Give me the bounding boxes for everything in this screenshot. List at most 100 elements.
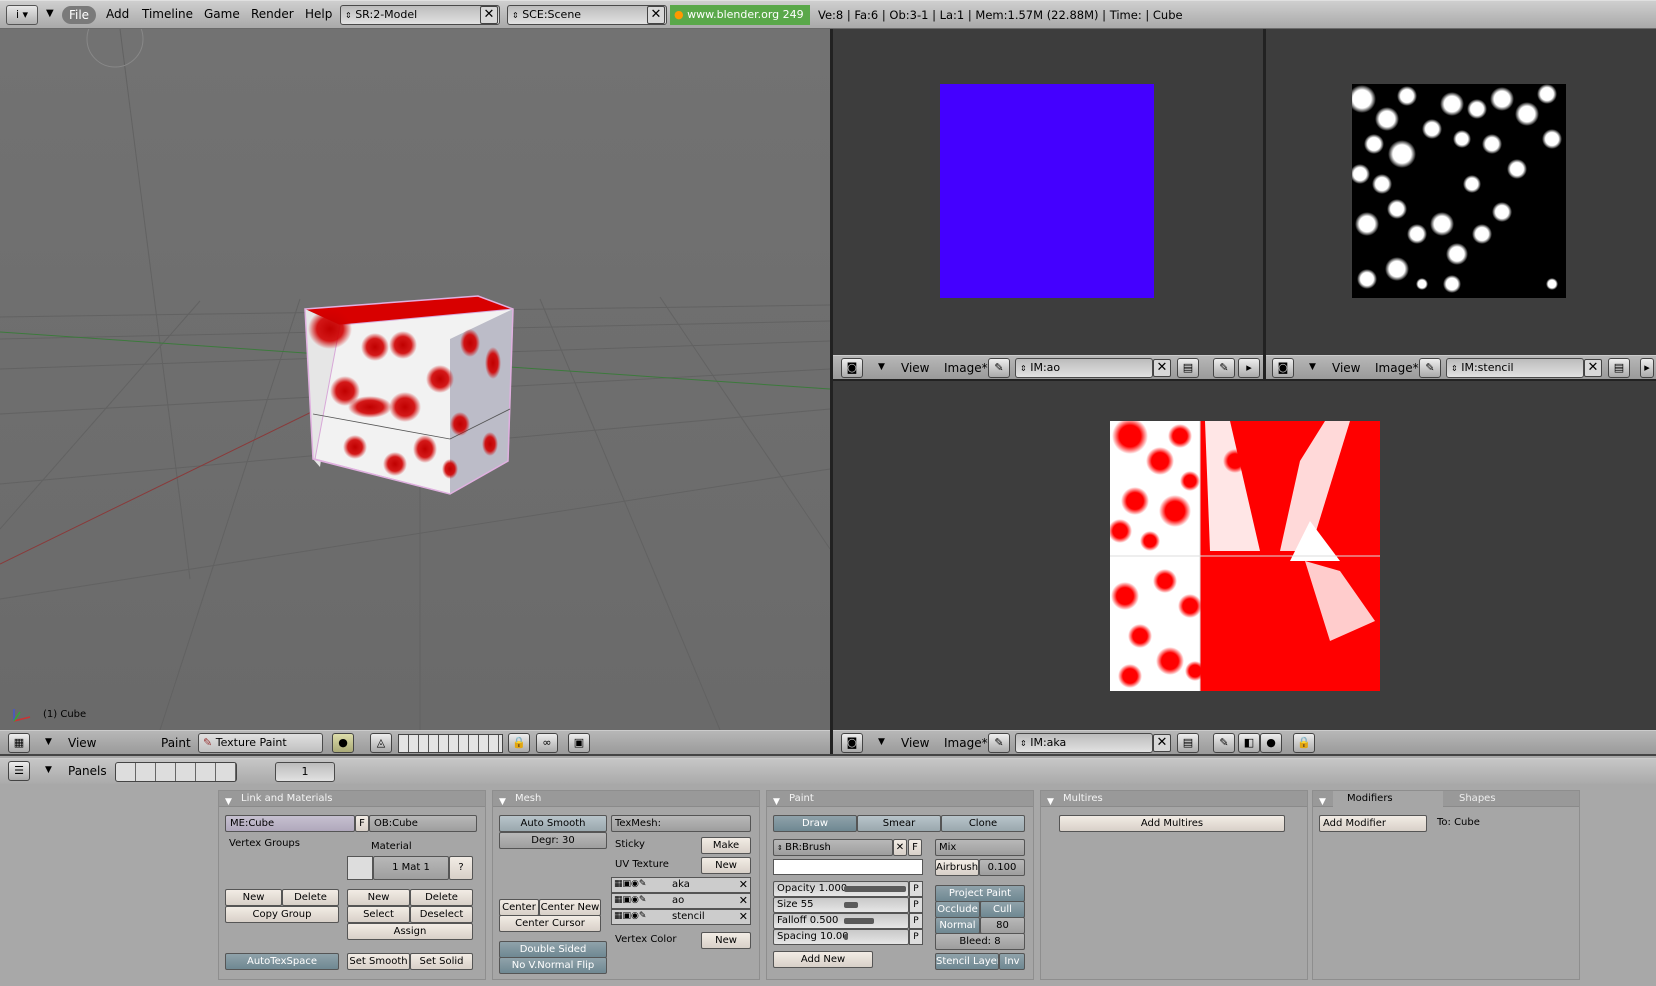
set-solid-button[interactable]: Set Solid [410, 953, 473, 970]
menu-help[interactable]: Help [305, 7, 332, 21]
opacity-slider[interactable]: Opacity 1.000 [773, 881, 909, 897]
opacity-pressure-button[interactable]: P [909, 881, 923, 897]
menu-timeline[interactable]: Timeline [142, 7, 193, 21]
buttons-window-icon[interactable]: ☰ [8, 761, 30, 781]
render-icon[interactable]: ▣ [568, 733, 590, 753]
falloff-slider[interactable]: Falloff 0.500 [773, 913, 909, 929]
degr-slider[interactable]: Degr: 30 [499, 832, 607, 849]
image-close-icon[interactable]: ✕ [1153, 734, 1171, 752]
uv-layer-delete-icon[interactable]: ✕ [739, 894, 748, 907]
copy-group-button[interactable]: Copy Group [225, 906, 339, 923]
paint-brush-icon[interactable]: ✎ [1419, 358, 1441, 378]
pin-icon[interactable]: ✎ [1213, 733, 1235, 753]
image-editor-icon[interactable]: ◙ [1272, 358, 1294, 378]
paint-brush-icon[interactable]: ✎ [988, 733, 1010, 753]
center-button[interactable]: Center [499, 899, 539, 916]
uv-layer-row[interactable]: ▦▣◉✎ stencil ✕ [611, 909, 751, 925]
occlude-toggle[interactable]: Occlude [935, 901, 980, 918]
image-editor-aka[interactable] [833, 381, 1656, 730]
info-icon[interactable]: i ▾ [6, 5, 38, 25]
double-sided-toggle[interactable]: Double Sided [499, 941, 607, 958]
panel-header[interactable]: ▼ Multires [1041, 791, 1307, 807]
scene-selector[interactable]: ⇕ SCE:Scene [507, 5, 667, 25]
size-slider[interactable]: Size 55 [773, 897, 909, 913]
collapse-icon[interactable]: ▼ [1309, 362, 1316, 372]
material-color-swatch[interactable] [347, 856, 373, 880]
material-delete-button[interactable]: Delete [410, 889, 473, 906]
material-select-button[interactable]: Select [347, 906, 410, 923]
menu-render[interactable]: Render [251, 7, 294, 21]
add-modifier-button[interactable]: Add Modifier [1319, 815, 1427, 832]
project-paint-toggle[interactable]: Project Paint [935, 885, 1025, 902]
material-assign-button[interactable]: Assign [347, 923, 473, 940]
material-new-button[interactable]: New [347, 889, 410, 906]
divider-horizontal[interactable] [833, 379, 1656, 381]
menu-file[interactable]: File [62, 6, 96, 24]
uv-layer-row[interactable]: ▦▣◉✎ aka ✕ [611, 877, 751, 893]
tab-smear[interactable]: Smear [857, 815, 941, 832]
menu-view[interactable]: View [1332, 361, 1360, 375]
mesh-name-field[interactable]: ME:Cube [225, 815, 355, 832]
pin-icon[interactable]: ✎ [1213, 358, 1235, 378]
menu-view[interactable]: View [68, 736, 96, 750]
airbrush-toggle[interactable]: Airbrush [935, 859, 979, 876]
collapse-menu-icon[interactable]: ▼ [46, 8, 54, 19]
brush-selector[interactable]: ⇕ BR:Brush [773, 839, 893, 856]
fake-user-button[interactable]: F [355, 815, 369, 832]
collapse-icon[interactable]: ▼ [1319, 794, 1326, 810]
texmesh-field[interactable]: TexMesh: [611, 815, 751, 832]
uv-layer-delete-icon[interactable]: ✕ [739, 910, 748, 923]
menu-image[interactable]: Image* [1375, 361, 1419, 375]
spacing-pressure-button[interactable]: P [909, 929, 923, 945]
menu-panels[interactable]: Panels [68, 764, 107, 778]
no-vnormal-flip-toggle[interactable]: No V.Normal Flip [499, 957, 607, 974]
pack-icon[interactable]: ▤ [1177, 358, 1199, 378]
blender-url[interactable]: ● www.blender.org 249 [670, 5, 810, 25]
dot-icon[interactable]: ● [1260, 733, 1282, 753]
add-multires-button[interactable]: Add Multires [1059, 815, 1285, 832]
stencil-invert-toggle[interactable]: Inv [999, 953, 1025, 970]
divider-vertical-2[interactable] [1263, 29, 1266, 381]
panel-header[interactable]: ▼ Mesh [493, 791, 759, 807]
vgroup-delete-button[interactable]: Delete [282, 889, 339, 906]
tab-clone[interactable]: Clone [941, 815, 1025, 832]
paint-brush-icon[interactable]: ✎ [988, 358, 1010, 378]
collapse-icon[interactable]: ▼ [45, 765, 52, 775]
expand-icon[interactable]: ▸ [1640, 358, 1654, 378]
blend-mode-select[interactable]: Mix [935, 839, 1025, 856]
auto-smooth-toggle[interactable]: Auto Smooth [499, 815, 607, 832]
pack-icon[interactable]: ▤ [1177, 733, 1199, 753]
brush-color-swatch[interactable] [773, 859, 923, 875]
image-editor-icon[interactable]: ◙ [841, 358, 863, 378]
collapse-icon[interactable]: ▼ [45, 737, 52, 747]
uv-layer-row[interactable]: ▦▣◉✎ ao ✕ [611, 893, 751, 909]
ipo-icon[interactable]: ∞ [536, 733, 558, 753]
spacing-slider[interactable]: Spacing 10.00 [773, 929, 909, 945]
lock-icon[interactable]: 🔒 [1293, 733, 1315, 753]
center-cursor-button[interactable]: Center Cursor [499, 915, 601, 932]
viewport-3d[interactable]: (1) Cube [0, 29, 830, 730]
frame-field[interactable]: 1 [275, 762, 335, 782]
tab-modifiers[interactable]: Modifiers [1333, 791, 1443, 807]
draw-mode-icon[interactable]: ◧ [1238, 733, 1260, 753]
menu-view[interactable]: View [901, 736, 929, 750]
airbrush-rate[interactable]: 0.100 [979, 859, 1025, 876]
panel-header[interactable]: ▼ Link and Materials [219, 791, 485, 807]
vgroup-new-button[interactable]: New [225, 889, 282, 906]
center-new-button[interactable]: Center New [539, 899, 601, 916]
menu-paint[interactable]: Paint [161, 736, 191, 750]
stencil-layer-toggle[interactable]: Stencil Layer [935, 953, 999, 970]
uv-layer-delete-icon[interactable]: ✕ [739, 878, 748, 891]
grid-icon[interactable]: ▦ [8, 733, 30, 753]
image-editor-ao[interactable] [833, 29, 1263, 355]
screen-selector[interactable]: ⇕ SR:2-Model [340, 5, 500, 25]
image-editor-icon[interactable]: ◙ [841, 733, 863, 753]
divider-vertical[interactable] [830, 29, 833, 754]
pivot-icon[interactable]: ◬ [370, 733, 392, 753]
vertex-color-new-button[interactable]: New [701, 932, 751, 949]
mode-selector[interactable]: ✎ Texture Paint [198, 733, 323, 753]
context-buttons[interactable] [115, 762, 237, 782]
scene-close-icon[interactable]: ✕ [647, 6, 665, 24]
normal-toggle[interactable]: Normal [935, 917, 980, 934]
material-help-button[interactable]: ? [449, 856, 473, 880]
